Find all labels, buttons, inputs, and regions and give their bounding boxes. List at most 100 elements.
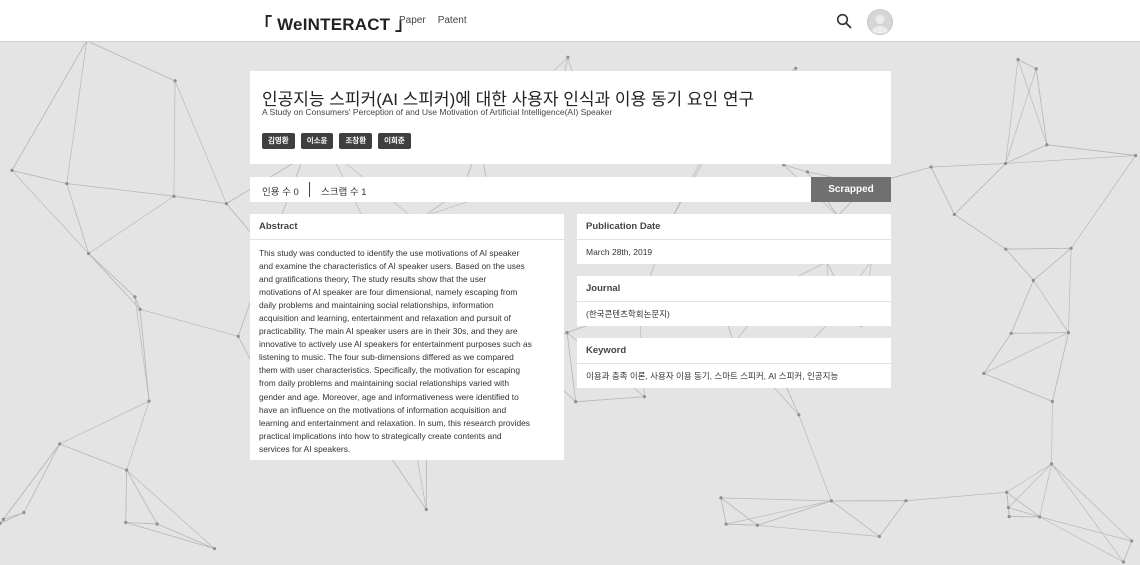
abstract-line: practical implications into how to strat… — [259, 430, 502, 441]
network-line — [139, 309, 239, 337]
abstract-text: This study was conducted to identify the… — [250, 240, 564, 456]
network-node — [1045, 143, 1049, 147]
network-node — [1016, 57, 1020, 62]
network-line — [757, 500, 832, 526]
network-line — [757, 524, 880, 537]
network-line — [59, 400, 150, 445]
network-node — [1121, 560, 1126, 564]
network-line — [1010, 280, 1034, 334]
author-tag[interactable]: 이희준 — [378, 133, 411, 149]
journal-heading: Journal — [577, 276, 891, 302]
site-logo[interactable]: 「 WeINTERACT 」 — [255, 10, 412, 35]
search-icon[interactable] — [836, 13, 852, 29]
network-node — [982, 371, 986, 376]
network-line — [1052, 332, 1069, 402]
network-line — [156, 523, 215, 549]
main-nav: Paper Patent — [399, 15, 467, 26]
network-line — [125, 470, 127, 523]
network-node — [124, 520, 128, 525]
network-node — [1003, 161, 1008, 166]
network-line — [720, 497, 832, 502]
network-line — [930, 166, 955, 215]
network-line — [88, 253, 141, 310]
paper-title-card: 인공지능 스피커(AI 스피커)에 대한 사용자 인식과 이용 동기 요인 연구… — [250, 71, 891, 164]
network-line — [173, 80, 176, 197]
network-line — [983, 333, 1012, 374]
network-line — [126, 469, 158, 525]
network-line — [1123, 540, 1133, 563]
network-node — [1009, 331, 1013, 335]
journal-value: (한국콘텐츠학회논문지) — [586, 309, 670, 319]
network-line — [59, 443, 127, 471]
network-node — [172, 194, 176, 198]
network-node — [1069, 246, 1073, 250]
abstract-line: daily problems and maintaining social re… — [259, 300, 494, 311]
network-line — [126, 469, 215, 549]
author-tag[interactable]: 조창환 — [339, 133, 373, 149]
network-line — [1068, 248, 1072, 333]
network-line — [1039, 463, 1052, 517]
network-line — [1005, 247, 1072, 250]
abstract-line: motivations of AI speaker are four dimen… — [259, 287, 518, 298]
network-line — [954, 214, 1006, 250]
network-node — [155, 522, 159, 526]
network-line — [954, 163, 1006, 215]
network-node — [642, 395, 647, 399]
network-node — [565, 331, 569, 335]
network-node — [1006, 505, 1011, 510]
network-line — [720, 497, 727, 525]
keyword-value: 이용과 충족 이론, 사용자 이용 동기, 스마트 스피커, AI 스피커, 인… — [586, 371, 839, 381]
publication-date-heading: Publication Date — [577, 214, 891, 240]
nav-patent-link[interactable]: Patent — [438, 15, 467, 26]
network-line — [1005, 144, 1048, 164]
network-node — [65, 181, 69, 186]
abstract-line: and examine the characteristics of AI sp… — [259, 261, 525, 272]
network-node — [1034, 67, 1038, 71]
network-line — [566, 332, 576, 402]
stats-bar: 인용 수 0 스크랩 수 1 Scrapped — [250, 177, 891, 202]
network-node — [58, 442, 62, 446]
network-line — [11, 170, 89, 254]
network-line — [983, 373, 1053, 402]
abstract-line: have an influence on the motivations of … — [259, 404, 507, 415]
network-node — [794, 66, 798, 70]
network-node — [1130, 539, 1134, 543]
network-line — [575, 396, 645, 403]
network-line — [1051, 401, 1053, 464]
network-line — [1033, 280, 1069, 333]
abstract-line: from daily problems and maintaining soci… — [259, 378, 509, 389]
network-line — [139, 309, 150, 402]
abstract-line: practicability. The main AI speaker user… — [259, 326, 518, 337]
network-line — [905, 491, 1007, 502]
network-line — [1017, 59, 1048, 145]
abstract-line: This study was conducted to identify the… — [259, 248, 520, 258]
network-node — [173, 79, 177, 83]
network-line — [3, 512, 25, 520]
network-line — [11, 170, 67, 184]
network-line — [1046, 144, 1136, 156]
network-node — [724, 522, 728, 526]
paper-title-english: A Study on Consumers' Perception of and … — [262, 107, 613, 117]
user-avatar-icon[interactable] — [867, 9, 893, 35]
scrapped-button[interactable]: Scrapped — [811, 177, 891, 202]
network-line — [173, 195, 227, 204]
network-line — [983, 332, 1069, 374]
network-line — [66, 40, 88, 184]
abstract-panel: Abstract This study was conducted to ide… — [250, 214, 564, 460]
network-node — [1038, 515, 1042, 519]
nav-paper-link[interactable]: Paper — [399, 15, 426, 26]
network-node — [125, 468, 129, 472]
network-line — [1005, 68, 1037, 164]
network-line — [126, 401, 150, 471]
network-node — [1007, 514, 1011, 519]
network-node — [236, 334, 240, 338]
author-tag[interactable]: 이소윤 — [300, 133, 334, 149]
network-node — [1049, 462, 1054, 466]
author-tag[interactable]: 김영환 — [262, 133, 295, 149]
network-node — [1005, 490, 1009, 494]
abstract-line: and gratifications theory, The study res… — [259, 274, 487, 285]
network-line — [831, 500, 880, 537]
network-node — [22, 510, 26, 515]
citation-count: 인용 수 0 — [262, 187, 299, 198]
network-line — [1011, 332, 1069, 334]
